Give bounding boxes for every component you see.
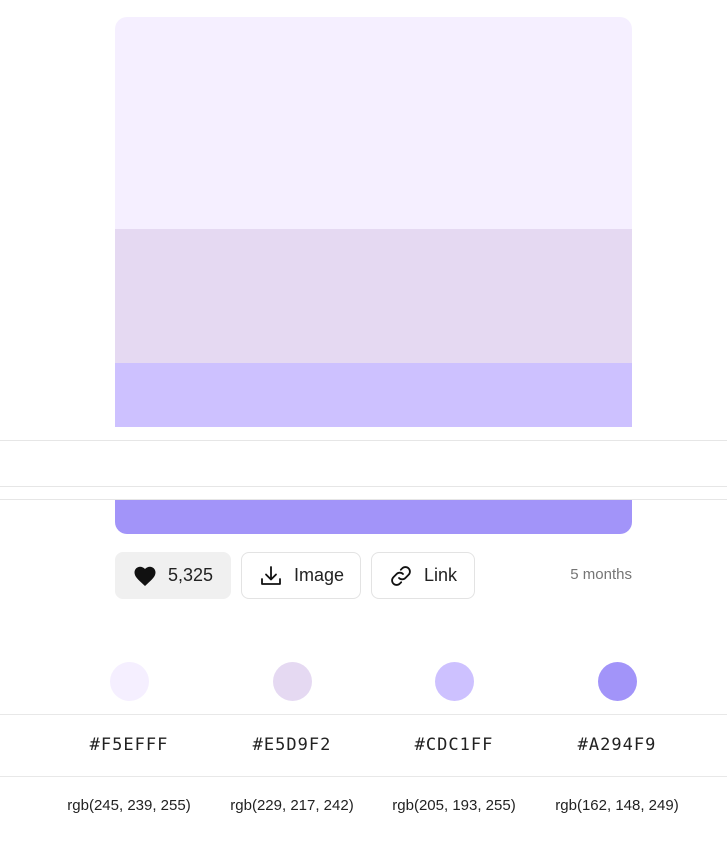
divider <box>0 776 727 777</box>
color-dot-3[interactable] <box>435 662 474 701</box>
color-dot-4[interactable] <box>598 662 637 701</box>
hex-code[interactable]: #A294F9 <box>536 735 698 755</box>
rgb-value[interactable]: rgb(229, 217, 242) <box>211 797 373 814</box>
timestamp: 5 months <box>570 566 632 583</box>
hex-code[interactable]: #CDC1FF <box>373 735 535 755</box>
hex-code[interactable]: #E5D9F2 <box>211 735 373 755</box>
download-icon <box>258 564 284 588</box>
divider <box>0 486 727 487</box>
download-image-button[interactable]: Image <box>241 552 361 599</box>
rgb-value[interactable]: rgb(205, 193, 255) <box>373 797 535 814</box>
palette-swatch-3[interactable] <box>115 363 632 427</box>
image-button-label: Image <box>293 565 344 585</box>
link-icon <box>388 564 414 588</box>
color-dots <box>0 662 727 704</box>
copy-link-button[interactable]: Link <box>371 552 475 599</box>
divider <box>0 714 727 715</box>
overlay-band <box>0 427 727 500</box>
like-count: 5,325 <box>168 565 214 585</box>
palette-swatch-1[interactable] <box>115 17 632 229</box>
hex-code[interactable]: #F5EFFF <box>48 735 210 755</box>
color-dot-1[interactable] <box>110 662 149 701</box>
divider <box>0 499 727 500</box>
like-button[interactable]: 5,325 <box>115 552 231 599</box>
color-dot-2[interactable] <box>273 662 312 701</box>
heart-icon <box>132 564 158 588</box>
rgb-value[interactable]: rgb(162, 148, 249) <box>536 797 698 814</box>
link-button-label: Link <box>424 565 458 585</box>
rgb-value[interactable]: rgb(245, 239, 255) <box>48 797 210 814</box>
divider <box>0 440 727 441</box>
palette-swatch-2[interactable] <box>115 229 632 363</box>
